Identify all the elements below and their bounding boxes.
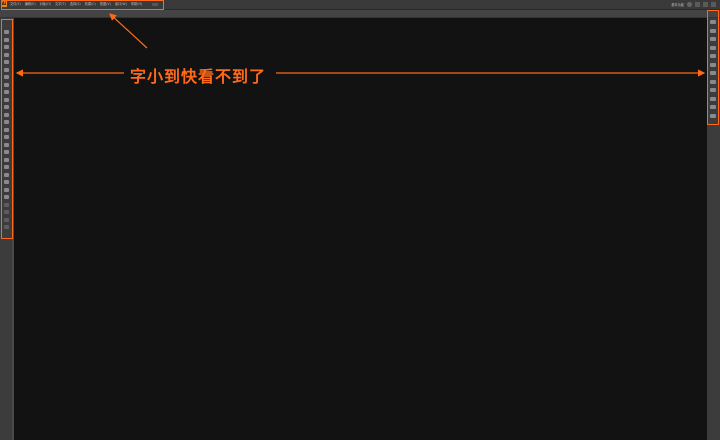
- magic-wand-icon[interactable]: [4, 45, 9, 49]
- slice-icon[interactable]: [4, 210, 9, 214]
- scale-icon[interactable]: [4, 120, 9, 124]
- warp-icon[interactable]: [4, 127, 9, 132]
- mesh-icon[interactable]: [4, 157, 9, 162]
- pencil-icon[interactable]: [4, 97, 9, 102]
- brushes-panel-icon[interactable]: [710, 37, 716, 41]
- appearance-panel-icon[interactable]: [710, 79, 716, 84]
- symbol-sprayer-icon[interactable]: [4, 187, 9, 192]
- eyedropper-icon[interactable]: [4, 172, 9, 177]
- stroke-panel-icon[interactable]: [710, 54, 716, 58]
- graphic-styles-panel-icon[interactable]: [710, 88, 716, 92]
- perspective-grid-icon[interactable]: [4, 150, 9, 154]
- shape-builder-icon[interactable]: [4, 142, 9, 147]
- selection-tool-icon[interactable]: [4, 30, 9, 34]
- paintbrush-icon[interactable]: [4, 90, 9, 94]
- arrow-to-menu-bar: [109, 13, 148, 49]
- annotation-arrows: [15, 13, 706, 77]
- type-tool-icon[interactable]: [4, 67, 9, 72]
- layers-panel-icon[interactable]: [710, 96, 716, 101]
- hand-icon[interactable]: [4, 217, 9, 222]
- gradient-panel-icon[interactable]: [710, 62, 716, 67]
- eraser-icon[interactable]: [4, 105, 9, 109]
- annotation-label: 字小到快看不到了: [130, 67, 267, 86]
- pen-tool-icon[interactable]: [4, 60, 9, 64]
- rotate-icon[interactable]: [4, 112, 9, 117]
- direct-selection-tool-icon[interactable]: [4, 37, 9, 42]
- graph-icon[interactable]: [4, 195, 9, 199]
- artboard-icon[interactable]: [4, 202, 9, 207]
- lasso-icon[interactable]: [4, 52, 9, 57]
- line-tool-icon[interactable]: [4, 75, 9, 79]
- swatches-panel-icon[interactable]: [710, 28, 716, 33]
- symbols-panel-icon[interactable]: [710, 45, 716, 50]
- zoom-icon[interactable]: [4, 225, 9, 229]
- rectangle-tool-icon[interactable]: [4, 82, 9, 87]
- blend-icon[interactable]: [4, 180, 9, 184]
- artboards-panel-icon[interactable]: [710, 105, 716, 109]
- color-panel-icon[interactable]: [710, 20, 716, 24]
- links-panel-icon[interactable]: [710, 113, 716, 118]
- transparency-panel-icon[interactable]: [710, 71, 716, 75]
- gradient-icon[interactable]: [4, 165, 9, 169]
- free-transform-icon[interactable]: [4, 135, 9, 139]
